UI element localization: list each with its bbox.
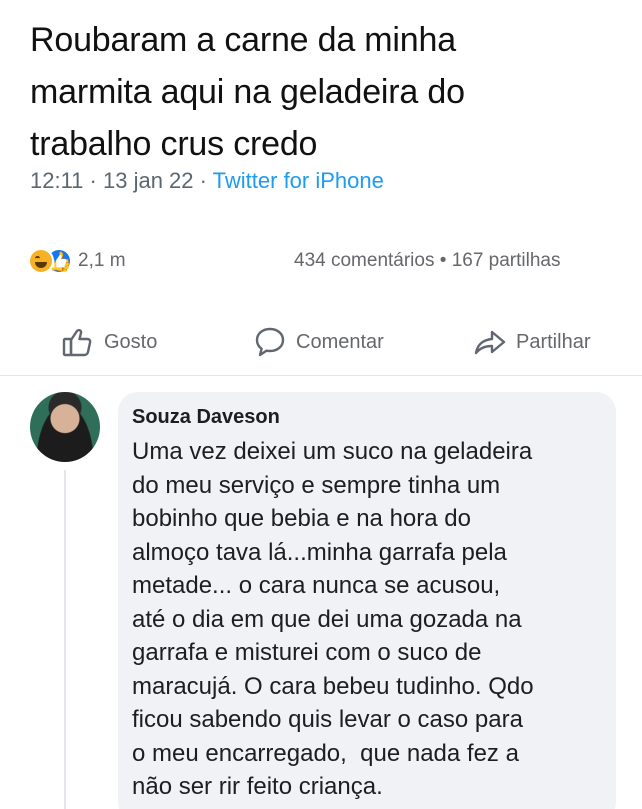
meta-separator: · bbox=[193, 168, 213, 193]
thumbs-up-icon bbox=[62, 328, 92, 357]
comment-text-line: metade... o cara nunca se acusou, bbox=[132, 572, 501, 599]
comment-text-line: até o dia em que dei uma gozada na bbox=[132, 605, 522, 633]
comment-text-line: o meu encarregado, que nada fez a bbox=[132, 739, 519, 767]
haha-reaction-icon bbox=[28, 248, 54, 274]
reactions-summary[interactable]: 2,1 m bbox=[28, 248, 126, 274]
post-text: Roubaram a carne da minha marmita aqui n… bbox=[30, 14, 620, 170]
post-text-line: Roubaram a carne da minha bbox=[30, 21, 456, 59]
stats-separator: • bbox=[434, 250, 452, 271]
comment-text: Uma vez deixei um suco na geladeira do m… bbox=[132, 435, 598, 804]
comment-label: Comentar bbox=[296, 330, 384, 353]
comment-text-line: não ser rir feito criança. bbox=[132, 773, 383, 800]
comment-bubble: Souza Daveson Uma vez deixei um suco na … bbox=[118, 392, 616, 809]
comment-text-line: almoço tava lá...minha garrafa pela bbox=[132, 538, 507, 566]
comment-text-line: ficou sabendo quis levar o caso para bbox=[132, 706, 523, 733]
post-source[interactable]: Twitter for iPhone bbox=[213, 168, 384, 193]
post-text-line: marmita aqui na geladeira do bbox=[30, 73, 465, 111]
share-button[interactable]: Partilhar bbox=[472, 324, 590, 360]
shares-count[interactable]: 167 partilhas bbox=[452, 250, 561, 271]
comment-text-line: maracujá. O cara bebeu tudinho. Qdo bbox=[132, 672, 534, 700]
reactions-count: 2,1 m bbox=[78, 250, 126, 271]
engagement-stats: 2,1 m 434 comentários • 167 partilhas bbox=[28, 244, 642, 278]
comments-shares-summary: 434 comentários • 167 partilhas bbox=[294, 250, 560, 272]
like-button[interactable]: Gosto bbox=[60, 324, 157, 360]
action-bar: Gosto Comentar Partilhar bbox=[0, 316, 642, 368]
meta-separator: · bbox=[83, 168, 103, 193]
comment-text-line: do meu serviço e sempre tinha um bbox=[132, 471, 501, 499]
post-text-line: trabalho crus credo bbox=[30, 125, 318, 163]
comments-count[interactable]: 434 comentários bbox=[294, 250, 434, 271]
post-time: 12:11 bbox=[30, 168, 84, 193]
comment-text-line: Uma vez deixei um suco na geladeira bbox=[132, 438, 533, 465]
thread-line bbox=[64, 470, 66, 809]
divider bbox=[0, 375, 642, 376]
comment-author[interactable]: Souza Daveson bbox=[132, 406, 598, 429]
comment-button[interactable]: Comentar bbox=[252, 324, 384, 360]
speech-bubble-icon bbox=[255, 327, 285, 357]
avatar[interactable] bbox=[30, 392, 100, 462]
share-label: Partilhar bbox=[516, 330, 591, 353]
comment-text-line: garrafa e misturei com o suco de bbox=[132, 639, 482, 666]
share-arrow-icon bbox=[474, 330, 506, 355]
post-date: 13 jan 22 bbox=[102, 168, 194, 193]
post-metadata: 12:11 · 13 jan 22 · Twitter for iPhone bbox=[30, 168, 384, 194]
comment-text-line: bobinho que bebia e na hora do bbox=[132, 505, 471, 532]
like-label: Gosto bbox=[104, 330, 158, 353]
